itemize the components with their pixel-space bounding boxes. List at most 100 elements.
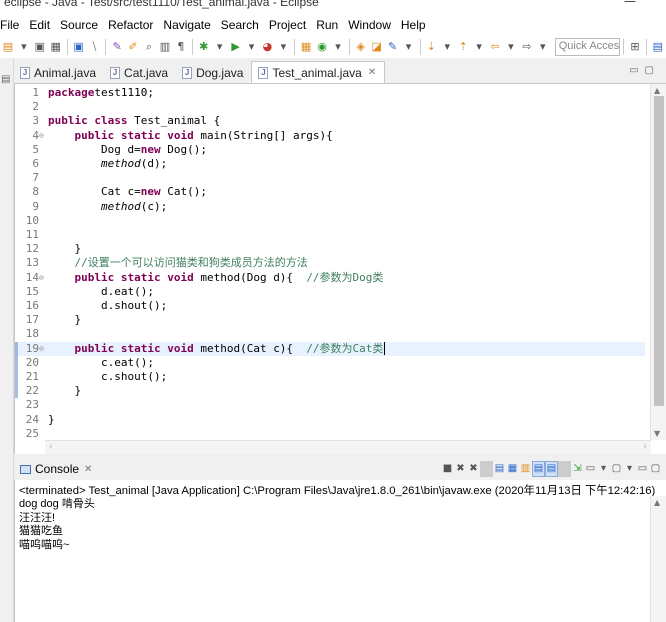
menu-project[interactable]: Project [264, 14, 311, 36]
chevron-down-icon[interactable]: ▾ [440, 39, 454, 55]
menu-file[interactable]: File [0, 14, 24, 36]
terminate-icon[interactable]: ■ [441, 461, 454, 477]
code-line[interactable]: 2 [15, 100, 645, 114]
code-line[interactable]: 12 } [15, 242, 645, 256]
console-view[interactable]: <terminated> Test_animal [Java Applicati… [14, 480, 666, 622]
save-all-icon[interactable]: ▣ [33, 39, 47, 55]
fold-toggle-icon[interactable]: ⊖ [39, 129, 46, 143]
forward-icon[interactable]: ⇨ [520, 39, 534, 55]
editor-minimize-maximize-icon[interactable]: ▭▢ [629, 65, 660, 76]
editor-horizontal-scrollbar[interactable]: ‹ › [45, 440, 651, 454]
annotation-icon[interactable]: ✎ [386, 39, 400, 55]
menu-edit[interactable]: Edit [24, 14, 55, 36]
close-icon[interactable]: ✕ [368, 67, 376, 78]
chevron-down-icon[interactable]: ▾ [276, 39, 290, 55]
tab-console[interactable]: Console ✕ [14, 458, 98, 480]
chevron-down-icon[interactable]: ▾ [504, 39, 518, 55]
code-line[interactable]: 20 c.eat(); [15, 355, 645, 370]
code-line[interactable]: 15 d.eat(); [15, 285, 645, 299]
menu-window[interactable]: Window [343, 14, 396, 36]
scroll-left-icon[interactable]: ‹ [49, 442, 53, 452]
close-icon[interactable]: ✕ [84, 464, 92, 475]
minimize-button[interactable]: — [624, 0, 636, 8]
new-class-icon[interactable]: ◈ [354, 39, 368, 55]
coverage-icon[interactable]: ◕ [260, 39, 274, 55]
prev-edit-icon[interactable]: ⇡ [456, 39, 470, 55]
run-icon[interactable]: ▶ [229, 39, 243, 55]
code-line[interactable]: 1 packagetest1110; [15, 86, 645, 100]
chevron-down-icon[interactable]: ▾ [597, 461, 610, 477]
chevron-down-icon[interactable]: ▾ [623, 461, 636, 477]
open-perspective-icon[interactable]: ⊞ [628, 39, 642, 55]
java-perspective-icon[interactable]: ▤ [651, 39, 665, 55]
menu-source[interactable]: Source [55, 14, 103, 36]
scroll-up-icon[interactable]: ▲ [654, 86, 660, 95]
toggle-mark-icon[interactable]: ▥ [158, 39, 172, 55]
save-icon[interactable]: ▾ [17, 39, 31, 55]
code-line[interactable]: 25 [15, 427, 645, 441]
code-line[interactable]: 17 } [15, 313, 645, 327]
scroll-lock-icon[interactable]: ▦ [506, 461, 519, 477]
minimize-icon[interactable]: ▭ [636, 461, 649, 477]
chevron-down-icon[interactable]: ▾ [245, 39, 259, 55]
show-on-error-icon[interactable]: ▤ [545, 461, 558, 477]
next-edit-icon[interactable]: ⇣ [424, 39, 438, 55]
show-on-output-icon[interactable]: ▤ [532, 461, 545, 477]
code-line[interactable]: 4 ⊖ public static void main(String[] args… [15, 129, 645, 143]
remove-all-icon[interactable]: ✖ [467, 461, 480, 477]
fold-toggle-icon[interactable]: ⊖ [39, 271, 46, 285]
chevron-down-icon[interactable]: ▾ [213, 39, 227, 55]
fold-toggle-icon[interactable]: ⊖ [39, 342, 46, 356]
code-line[interactable]: 7 [15, 171, 645, 185]
code-line[interactable]: 9 method(c); [15, 200, 645, 214]
terminal-icon[interactable]: ▣ [72, 39, 86, 55]
chevron-down-icon[interactable]: ▾ [331, 39, 345, 55]
tab-test-animal-java[interactable]: J Test_animal.java ✕ [251, 61, 386, 83]
tab-dog-java[interactable]: J Dog.java [176, 62, 251, 83]
chevron-down-icon[interactable]: ▾ [536, 39, 550, 55]
code-line[interactable]: 24} [15, 413, 645, 427]
scroll-right-icon[interactable]: › [643, 442, 647, 452]
menu-help[interactable]: Help [396, 14, 431, 36]
word-wrap-icon[interactable]: ▥ [519, 461, 532, 477]
console-vertical-scrollbar[interactable]: ▲ [650, 496, 666, 622]
display-console-icon[interactable]: ▭ [584, 461, 597, 477]
code-line[interactable]: 16 d.shout(); [15, 299, 645, 313]
code-line[interactable]: 3 public class Test_animal { [15, 114, 645, 128]
search-icon[interactable]: ⌕ [142, 39, 156, 55]
scroll-up-icon[interactable]: ▲ [654, 498, 660, 507]
tab-cat-java[interactable]: J Cat.java [104, 62, 176, 83]
code-line[interactable]: 21 c.shout(); [15, 370, 645, 385]
show-whitespace-icon[interactable]: ¶ [174, 39, 188, 55]
skip-breakpoints-icon[interactable]: ⧹ [87, 39, 101, 55]
remove-launch-icon[interactable]: ✖ [454, 461, 467, 477]
new-icon[interactable]: ▤ [1, 39, 15, 55]
code-line[interactable]: 6 method(d); [15, 157, 645, 171]
new-package-icon[interactable]: ◉ [315, 39, 329, 55]
menu-run[interactable]: Run [311, 14, 343, 36]
code-line[interactable]: 11 [15, 228, 645, 242]
menu-navigate[interactable]: Navigate [158, 14, 215, 36]
maximize-icon[interactable]: ▢ [649, 461, 662, 477]
code-line[interactable]: 8 Cat c=new Cat(); [15, 185, 645, 199]
clear-console-icon[interactable]: ▤ [493, 461, 506, 477]
debug-icon[interactable]: ✱ [197, 39, 211, 55]
code-line[interactable]: 18 [15, 327, 645, 341]
chevron-down-icon[interactable]: ▾ [402, 39, 416, 55]
scroll-down-icon[interactable]: ▼ [654, 429, 660, 438]
back-icon[interactable]: ⇦ [488, 39, 502, 55]
quick-access-input[interactable]: Quick Access [554, 38, 621, 56]
code-line[interactable]: 23 [15, 398, 645, 412]
scroll-thumb[interactable] [654, 96, 664, 406]
code-line[interactable]: 13 //设置一个可以访问猫类和狗类成员方法的方法 [15, 256, 645, 270]
code-line[interactable]: 22 } [15, 384, 645, 399]
chevron-down-icon[interactable]: ▾ [472, 39, 486, 55]
menu-search[interactable]: Search [216, 14, 264, 36]
package-explorer-icon[interactable]: ▤ [1, 74, 12, 86]
new-java-project-icon[interactable]: ▦ [299, 39, 313, 55]
tab-animal-java[interactable]: J Animal.java [14, 62, 104, 83]
open-type-icon[interactable]: ✎ [110, 39, 124, 55]
code-editor[interactable]: 1 packagetest1110; 2 3 public class Test_ani… [14, 84, 666, 454]
menu-refactor[interactable]: Refactor [103, 14, 158, 36]
code-line[interactable]: 14 ⊖ public static void method(Dog d){ //… [15, 271, 645, 285]
